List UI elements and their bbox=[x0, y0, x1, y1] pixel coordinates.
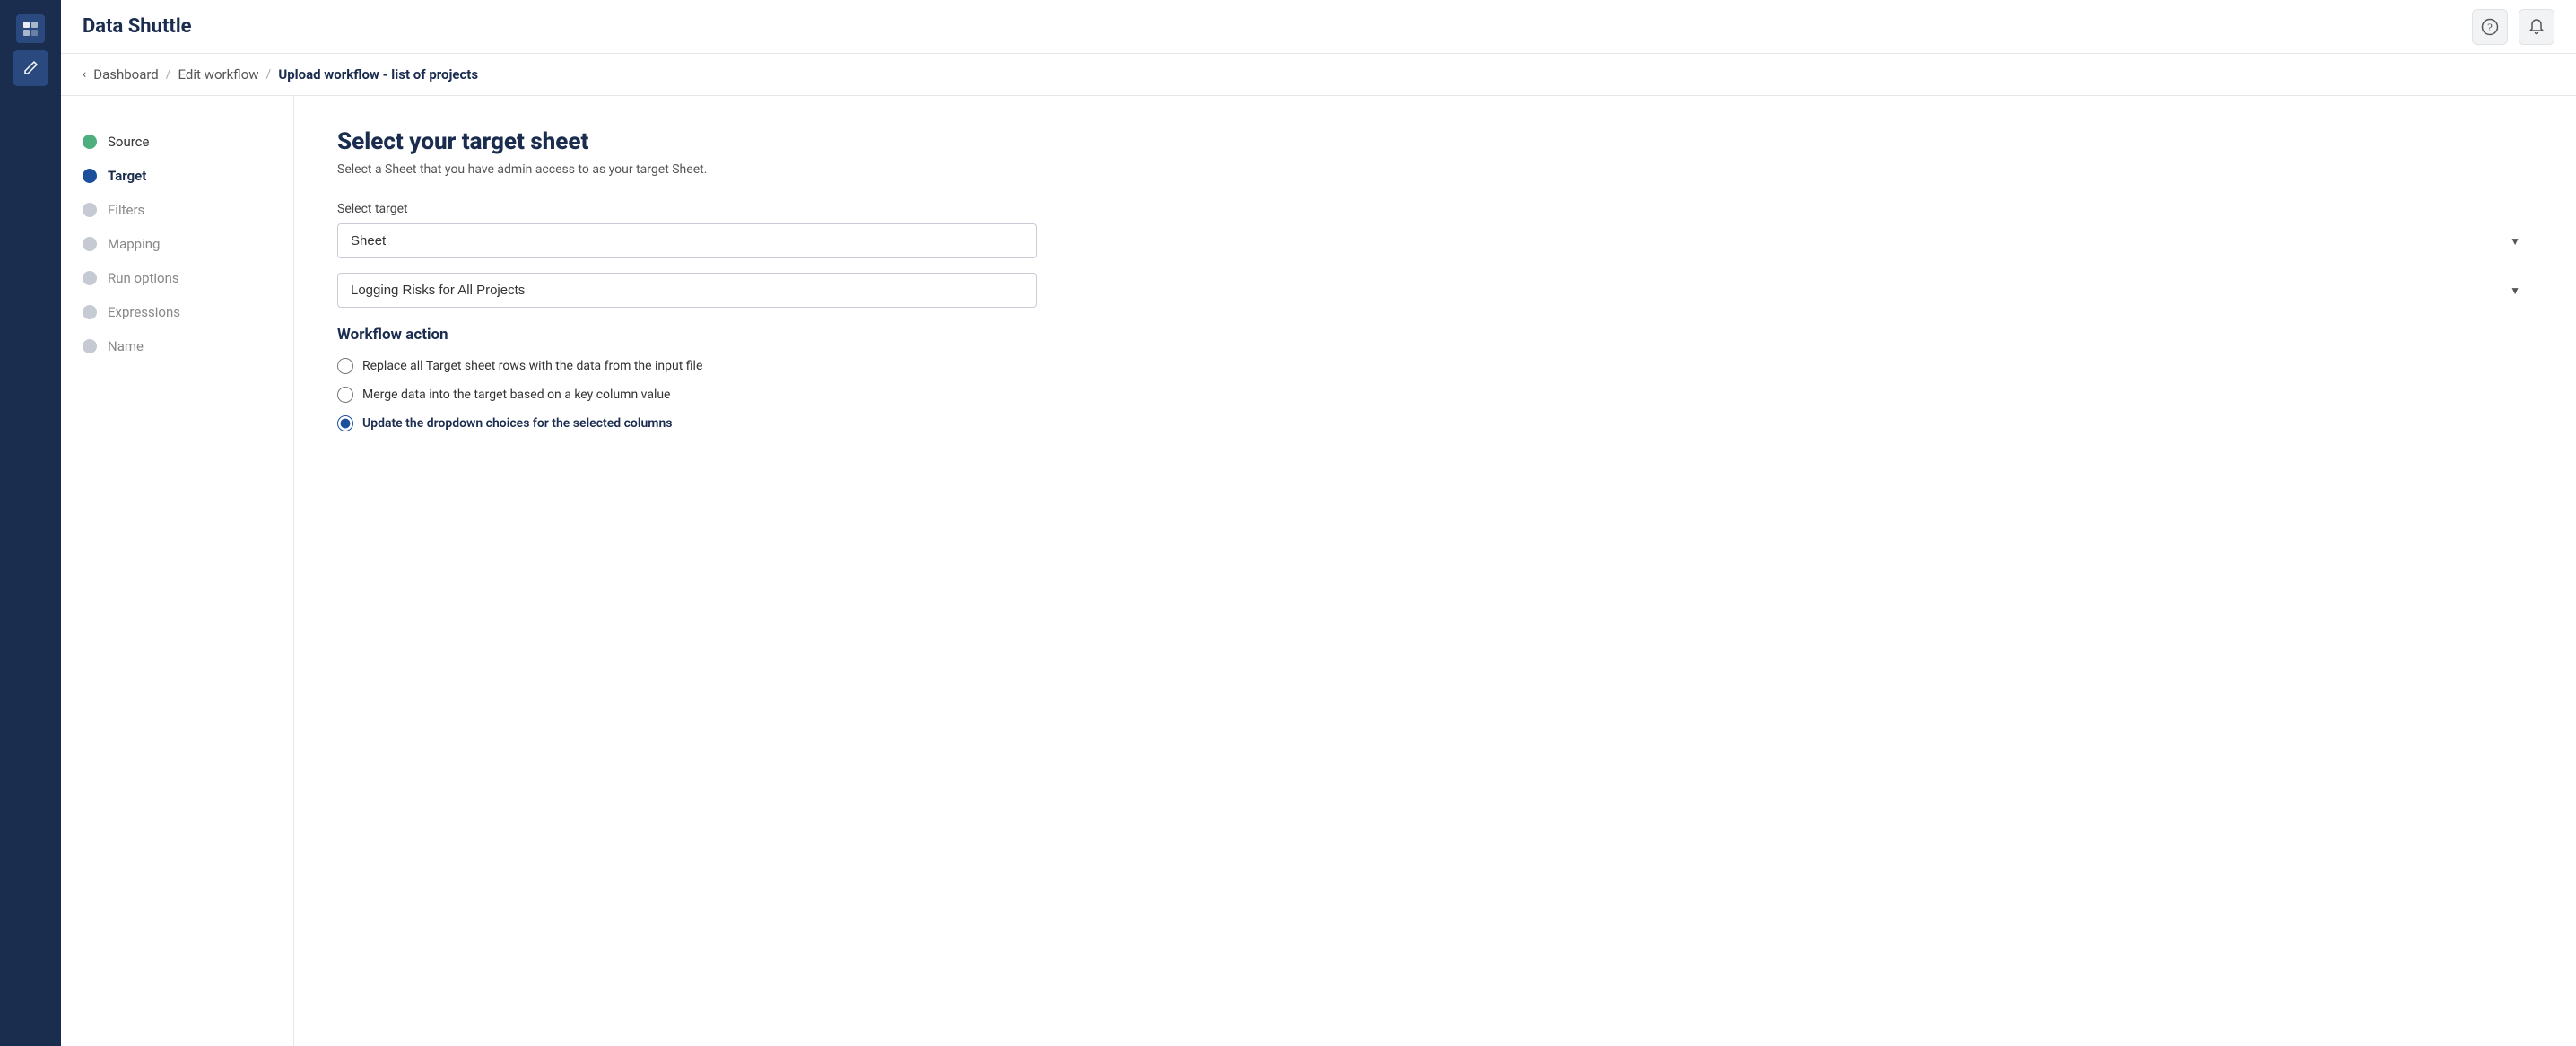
step-source-label: Source bbox=[108, 134, 149, 150]
content-layout: Source Target Filters Mapping Run option… bbox=[61, 96, 2576, 1046]
workflow-action-title: Workflow action bbox=[337, 326, 2533, 344]
breadcrumb: ‹ Dashboard / Edit workflow / Upload wor… bbox=[61, 54, 2576, 96]
sheet-type-dropdown-arrow: ▼ bbox=[2510, 235, 2520, 248]
breadcrumb-dashboard[interactable]: Dashboard bbox=[93, 66, 159, 83]
step-run-options[interactable]: Run options bbox=[83, 261, 272, 295]
step-source-dot bbox=[83, 135, 97, 149]
app-sidebar bbox=[0, 0, 61, 1046]
step-name-label: Name bbox=[108, 338, 144, 354]
steps-sidebar: Source Target Filters Mapping Run option… bbox=[61, 96, 294, 1046]
edit-nav-button[interactable] bbox=[13, 50, 48, 86]
step-filters-label: Filters bbox=[108, 202, 144, 218]
radio-replace-input[interactable] bbox=[337, 358, 353, 374]
breadcrumb-edit-workflow[interactable]: Edit workflow bbox=[178, 66, 259, 83]
select-target-label: Select target bbox=[337, 202, 2533, 216]
radio-replace[interactable]: Replace all Target sheet rows with the d… bbox=[337, 358, 2533, 374]
breadcrumb-back-arrow[interactable]: ‹ bbox=[83, 67, 86, 82]
workflow-action-section: Workflow action Replace all Target sheet… bbox=[337, 326, 2533, 431]
step-expressions-dot bbox=[83, 305, 97, 319]
step-mapping-label: Mapping bbox=[108, 236, 160, 252]
step-target-label: Target bbox=[108, 168, 146, 184]
breadcrumb-sep1: / bbox=[166, 67, 171, 82]
form-area: Select your target sheet Select a Sheet … bbox=[294, 96, 2576, 1046]
radio-merge-label: Merge data into the target based on a ke… bbox=[362, 388, 671, 402]
form-title: Select your target sheet bbox=[337, 128, 2533, 155]
step-target-dot bbox=[83, 169, 97, 183]
step-expressions-label: Expressions bbox=[108, 304, 180, 320]
breadcrumb-current-page: Upload workflow - list of projects bbox=[278, 66, 478, 83]
step-filters-dot bbox=[83, 203, 97, 217]
radio-update-dropdown-label: Update the dropdown choices for the sele… bbox=[362, 416, 672, 431]
step-run-options-dot bbox=[83, 271, 97, 285]
app-logo bbox=[16, 14, 45, 43]
step-mapping[interactable]: Mapping bbox=[83, 227, 272, 261]
header-icons: ? bbox=[2472, 9, 2554, 45]
radio-update-dropdown[interactable]: Update the dropdown choices for the sele… bbox=[337, 415, 2533, 431]
step-source[interactable]: Source bbox=[83, 125, 272, 159]
form-subtitle: Select a Sheet that you have admin acces… bbox=[337, 162, 2533, 177]
sheet-type-select-wrapper: Sheet Report ▼ bbox=[337, 223, 2533, 258]
step-run-options-label: Run options bbox=[108, 270, 179, 286]
notifications-button[interactable] bbox=[2519, 9, 2554, 45]
breadcrumb-sep2: / bbox=[266, 67, 272, 82]
step-expressions[interactable]: Expressions bbox=[83, 295, 272, 329]
radio-update-dropdown-input[interactable] bbox=[337, 415, 353, 431]
project-select[interactable]: Logging Risks for All Projects Other Pro… bbox=[337, 273, 1037, 308]
step-target[interactable]: Target bbox=[83, 159, 272, 193]
step-mapping-dot bbox=[83, 237, 97, 251]
project-select-wrapper: Logging Risks for All Projects Other Pro… bbox=[337, 273, 2533, 308]
radio-replace-label: Replace all Target sheet rows with the d… bbox=[362, 359, 702, 373]
step-name[interactable]: Name bbox=[83, 329, 272, 363]
svg-text:?: ? bbox=[2487, 21, 2493, 34]
app-title: Data Shuttle bbox=[83, 15, 192, 38]
main-area: Data Shuttle ? ‹ Dashboard / Edit workfl… bbox=[61, 0, 2576, 1046]
project-dropdown-arrow: ▼ bbox=[2510, 284, 2520, 297]
step-filters[interactable]: Filters bbox=[83, 193, 272, 227]
sheet-type-select[interactable]: Sheet Report bbox=[337, 223, 1037, 258]
top-header: Data Shuttle ? bbox=[61, 0, 2576, 54]
radio-merge-input[interactable] bbox=[337, 387, 353, 403]
help-button[interactable]: ? bbox=[2472, 9, 2508, 45]
radio-merge[interactable]: Merge data into the target based on a ke… bbox=[337, 387, 2533, 403]
step-name-dot bbox=[83, 339, 97, 353]
